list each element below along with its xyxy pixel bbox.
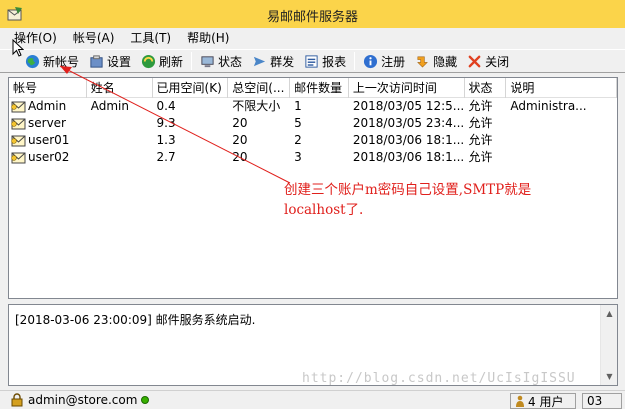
mail-user-icon (11, 118, 26, 129)
report-button[interactable]: 报表 (299, 50, 351, 72)
register-button[interactable]: 注册 (358, 50, 410, 72)
status-button[interactable]: 状态 (195, 50, 247, 72)
used-space-cell: 2.7 (156, 150, 176, 164)
description-cell (506, 149, 617, 166)
close-button[interactable]: 关闭 (462, 50, 514, 72)
status-cell: 允许 (468, 150, 493, 164)
column-header-description[interactable]: 说明 (506, 78, 617, 98)
status-current-user: admin@store.com (0, 393, 150, 407)
total-space-cell: 20 (232, 116, 248, 130)
hide-arrow-icon (417, 56, 428, 68)
lock-icon (11, 393, 23, 407)
broadcast-icon (253, 56, 266, 66)
column-header-status[interactable]: 状态 (465, 78, 507, 98)
toolbar: 新帐号 设置 刷新 状态 群发 报表 注册 隐藏 关闭 (0, 49, 625, 73)
status-cell: 允许 (468, 133, 493, 147)
settings-box-icon (90, 54, 103, 68)
mail-user-icon (11, 135, 26, 146)
globe-icon (25, 54, 40, 68)
used-space-cell: 0.4 (156, 99, 176, 113)
status-monitor-icon (201, 55, 214, 67)
account-cell: server (28, 116, 66, 130)
menu-account[interactable]: 帐号(A) (67, 28, 121, 48)
last-visit-cell: 2018/03/05 23:4... (352, 116, 465, 130)
used-space-cell: 9.3 (156, 116, 176, 130)
name-cell (87, 149, 153, 166)
annotation-note: 创建三个账户m密码自己设置,SMTP就是 localhost了. (284, 180, 584, 220)
account-cell: user01 (28, 133, 70, 147)
hide-button[interactable]: 隐藏 (410, 50, 462, 72)
description-cell (506, 115, 617, 132)
mail-count-cell: 2 (294, 133, 302, 147)
column-header-total-space[interactable]: 总空间(... (228, 78, 291, 98)
last-visit-cell: 2018/03/05 12:5... (352, 99, 465, 113)
column-header-used-space[interactable]: 已用空间(K) (153, 78, 229, 98)
account-cell: user02 (28, 150, 70, 164)
toolbar-separator (191, 52, 193, 70)
name-cell (87, 132, 153, 149)
log-scrollbar[interactable]: ▲ ▼ (600, 305, 617, 385)
table-header: 帐号 姓名 已用空间(K) 总空间(... 邮件数量 上一次访问时间 状态 说明 (9, 78, 617, 98)
refresh-globe-icon (141, 54, 156, 68)
title-bar: 易邮邮件服务器 (0, 0, 625, 28)
name-cell (87, 115, 153, 132)
total-space-cell: 不限大小 (232, 99, 281, 113)
toolbar-separator (354, 52, 356, 70)
watermark: http://blog.csdn.net/UcIsIgISSU (302, 371, 576, 386)
mouse-cursor-icon (12, 39, 24, 57)
menu-tools[interactable]: 工具(T) (124, 28, 177, 48)
menu-bar: 操作(O) 帐号(A) 工具(T) 帮助(H) (0, 28, 625, 48)
mail-count-cell: 5 (294, 116, 302, 130)
last-visit-cell: 2018/03/06 18:1... (352, 133, 465, 147)
scroll-up-arrow-icon[interactable]: ▲ (601, 305, 618, 322)
online-status-icon (141, 396, 150, 404)
status-bar: admin@store.com 4 用户 03 (0, 390, 625, 409)
window-title: 易邮邮件服务器 (266, 10, 358, 25)
status-cell: 允许 (468, 116, 493, 130)
mail-user-icon (11, 101, 26, 112)
column-header-name[interactable]: 姓名 (87, 78, 153, 98)
person-icon (516, 395, 524, 407)
table-row[interactable]: Admin Admin 0.4 不限大小 1 2018/03/05 12:5..… (9, 98, 617, 115)
annotation-line-2: localhost了. (284, 202, 364, 218)
status-user-count: 4 用户 (510, 393, 576, 409)
mail-count-cell: 3 (294, 150, 302, 164)
column-header-last-visit[interactable]: 上一次访问时间 (349, 78, 465, 98)
last-visit-cell: 2018/03/06 18:1... (352, 150, 465, 164)
close-icon (468, 55, 481, 67)
total-space-cell: 20 (232, 150, 248, 164)
annotation-line-1: 创建三个账户m密码自己设置,SMTP就是 (284, 182, 532, 198)
description-cell: Administra... (510, 99, 587, 113)
table-row[interactable]: server 9.3 20 5 2018/03/05 23:4... 允许 (9, 115, 617, 132)
table-row[interactable]: user02 2.7 20 3 2018/03/06 18:1... 允许 (9, 149, 617, 166)
account-cell: Admin (28, 99, 67, 113)
description-cell (506, 132, 617, 149)
report-icon (305, 54, 318, 68)
status-number: 03 (582, 393, 622, 409)
new-account-button[interactable]: 新帐号 (20, 50, 84, 72)
info-icon (364, 54, 378, 68)
table-row[interactable]: user01 1.3 20 2 2018/03/06 18:1... 允许 (9, 132, 617, 149)
refresh-button[interactable]: 刷新 (136, 50, 188, 72)
column-header-account[interactable]: 帐号 (9, 78, 87, 98)
mail-count-cell: 1 (294, 99, 302, 113)
mail-user-icon (11, 152, 26, 163)
used-space-cell: 1.3 (156, 133, 176, 147)
name-cell: Admin (90, 99, 129, 113)
status-cell: 允许 (468, 99, 493, 113)
settings-button[interactable]: 设置 (84, 50, 136, 72)
broadcast-button[interactable]: 群发 (247, 50, 299, 72)
column-header-mail-count[interactable]: 邮件数量 (290, 78, 349, 98)
scroll-down-arrow-icon[interactable]: ▼ (601, 368, 618, 385)
total-space-cell: 20 (232, 133, 248, 147)
log-line: [2018-03-06 23:00:09] 邮件服务系统启动. (15, 313, 256, 327)
menu-help[interactable]: 帮助(H) (181, 28, 235, 48)
